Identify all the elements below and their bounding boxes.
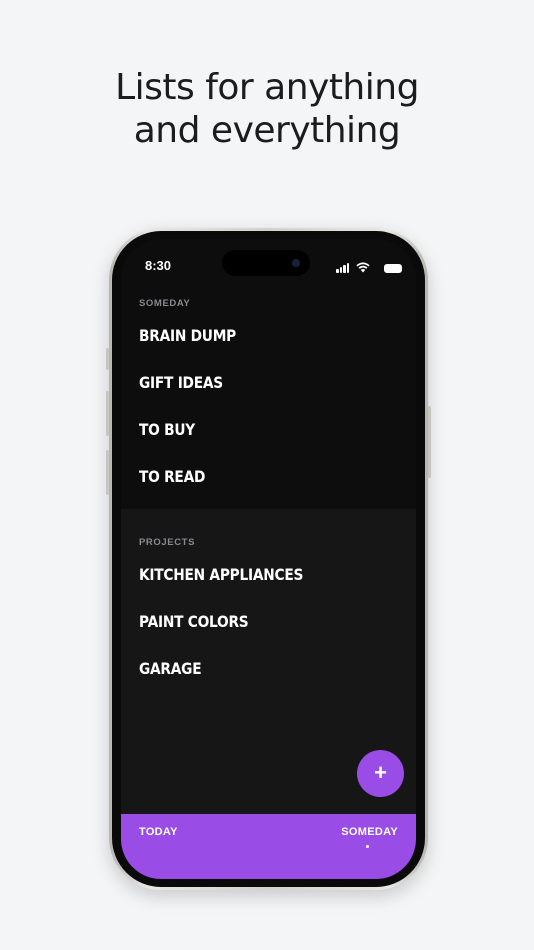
list-item-brain-dump[interactable]: BRAIN DUMP — [139, 326, 236, 345]
tab-someday[interactable]: SOMEDAY — [341, 826, 398, 838]
list-item-gift-ideas[interactable]: GIFT IDEAS — [139, 373, 223, 392]
tab-today[interactable]: TODAY — [139, 826, 178, 838]
plus-icon: + — [374, 760, 387, 785]
headline-line-1: Lists for anything — [115, 67, 419, 108]
action-button — [106, 348, 109, 370]
list-item-garage[interactable]: GARAGE — [139, 659, 202, 678]
section-title: PROJECTS — [139, 537, 196, 548]
status-time: 8:30 — [145, 258, 172, 273]
active-tab-indicator — [366, 845, 369, 848]
dynamic-island — [222, 250, 310, 276]
list-item-to-buy[interactable]: TO BUY — [139, 420, 195, 439]
battery-icon — [384, 264, 402, 273]
tab-bar: TODAY SOMEDAY — [121, 814, 416, 879]
camera-icon — [292, 259, 300, 267]
phone-screen: 8:30 SOMEDAY BRAIN DUMP GIFT IDEAS TO BU… — [121, 239, 416, 879]
section-someday: SOMEDAY BRAIN DUMP GIFT IDEAS TO BUY TO … — [121, 289, 416, 509]
headline: Lists for anything and everything — [0, 66, 534, 152]
volume-down-button — [106, 450, 109, 495]
list-item-kitchen-appliances[interactable]: KITCHEN APPLIANCES — [139, 565, 303, 584]
side-button — [428, 406, 431, 478]
volume-up-button — [106, 391, 109, 436]
add-list-button[interactable]: + — [357, 750, 404, 797]
list-item-paint-colors[interactable]: PAINT COLORS — [139, 612, 249, 631]
list-item-to-read[interactable]: TO READ — [139, 467, 205, 486]
headline-line-2: and everything — [133, 110, 401, 151]
section-title: SOMEDAY — [139, 298, 191, 309]
status-bar: 8:30 — [121, 239, 416, 289]
cellular-signal-icon — [336, 263, 350, 273]
wifi-icon — [356, 262, 370, 273]
